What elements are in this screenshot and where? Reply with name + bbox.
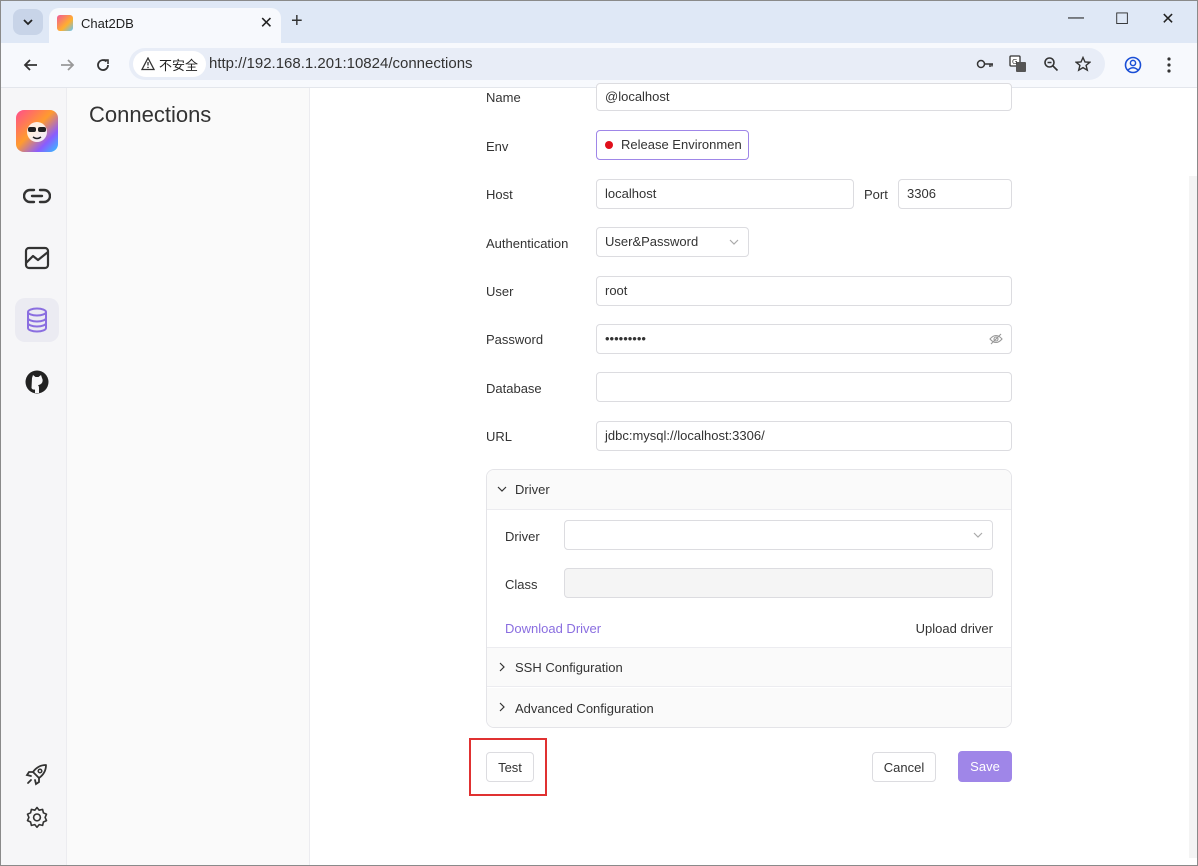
chat2db-favicon-icon	[57, 15, 73, 31]
password-value: •••••••••	[605, 331, 646, 346]
name-input[interactable]: @localhost	[596, 83, 1012, 111]
driver-section-header[interactable]: Driver	[487, 470, 1011, 510]
browser-window: Chat2DB ✕ + — ☐ ✕ 不安全 http://192.168.1.2…	[0, 0, 1198, 866]
back-icon[interactable]	[19, 53, 43, 77]
address-bar[interactable]: 不安全 http://192.168.1.201:10824/connectio…	[129, 48, 1105, 80]
dashboard-chart-icon[interactable]	[15, 236, 59, 280]
chevron-down-icon	[497, 486, 507, 492]
test-button-highlight	[469, 738, 547, 796]
save-button[interactable]: Save	[958, 751, 1012, 782]
rocket-icon[interactable]	[15, 752, 59, 796]
advanced-section-header[interactable]: Advanced Configuration	[487, 688, 1011, 727]
chevron-down-icon	[23, 19, 33, 26]
driver-select[interactable]	[564, 520, 993, 550]
maximize-icon[interactable]: ☐	[1107, 9, 1137, 29]
advanced-section-title: Advanced Configuration	[515, 700, 654, 716]
host-input[interactable]: localhost	[596, 179, 854, 209]
ssh-section-title: SSH Configuration	[515, 659, 623, 675]
connection-form: Name @localhost Env Release Environment …	[310, 83, 1197, 865]
security-chip[interactable]: 不安全	[133, 51, 207, 77]
close-window-icon[interactable]: ✕	[1153, 9, 1183, 29]
class-input[interactable]	[564, 568, 993, 598]
connections-link-icon[interactable]	[15, 174, 59, 218]
eye-off-icon[interactable]	[989, 333, 1003, 345]
chevron-down-icon	[973, 532, 983, 538]
close-tab-icon[interactable]: ✕	[260, 13, 273, 33]
chevron-right-icon	[499, 662, 505, 672]
url-input[interactable]: jdbc:mysql://localhost:3306/	[596, 421, 1012, 451]
driver-section-title: Driver	[515, 482, 550, 497]
browser-tab[interactable]: Chat2DB ✕	[49, 8, 281, 43]
minimize-icon[interactable]: —	[1061, 9, 1091, 27]
password-label: Password	[486, 332, 544, 347]
reload-icon[interactable]	[91, 53, 115, 77]
authentication-value: User&Password	[605, 234, 699, 249]
tab-search-button[interactable]	[13, 9, 43, 35]
env-value: Release Environment	[621, 137, 741, 152]
menu-icon[interactable]	[1157, 53, 1181, 77]
scrollbar[interactable]	[1189, 176, 1197, 858]
connections-panel: Connections	[67, 88, 310, 865]
new-tab-icon[interactable]: +	[291, 10, 303, 33]
github-icon[interactable]	[15, 360, 59, 404]
chevron-down-icon	[729, 239, 739, 245]
driver-section-body: Driver Class Download Driver Upload driv…	[487, 511, 1011, 647]
port-label: Port	[864, 187, 888, 202]
tab-title: Chat2DB	[81, 16, 134, 31]
chat2db-logo-icon[interactable]	[16, 110, 58, 152]
forward-icon[interactable]	[55, 53, 79, 77]
security-label: 不安全	[159, 57, 199, 73]
class-label: Class	[505, 577, 538, 592]
download-driver-link[interactable]: Download Driver	[505, 621, 601, 636]
database-label: Database	[486, 381, 542, 396]
database-input[interactable]	[596, 372, 1012, 402]
env-label: Env	[486, 139, 509, 154]
title-bar: Chat2DB ✕ + — ☐ ✕	[1, 1, 1197, 43]
port-input[interactable]: 3306	[898, 179, 1012, 209]
authentication-label: Authentication	[486, 236, 569, 251]
cancel-button[interactable]: Cancel	[872, 752, 936, 782]
user-input[interactable]: root	[596, 276, 1012, 306]
url-text[interactable]: http://192.168.1.201:10824/connections	[209, 55, 473, 72]
url-label: URL	[486, 429, 513, 444]
profile-icon[interactable]	[1121, 53, 1145, 77]
ssh-section-header[interactable]: SSH Configuration	[487, 647, 1011, 687]
settings-gear-icon[interactable]	[15, 796, 59, 840]
bookmark-star-icon[interactable]	[1073, 54, 1093, 74]
env-select[interactable]: Release Environment	[596, 130, 749, 160]
driver-label: Driver	[505, 529, 540, 544]
password-input[interactable]: •••••••••	[596, 324, 1012, 354]
database-icon[interactable]	[15, 298, 59, 342]
key-icon[interactable]	[975, 54, 995, 74]
chevron-right-icon	[499, 702, 505, 712]
app-sidebar	[1, 88, 67, 865]
user-label: User	[486, 284, 514, 299]
warning-icon	[141, 57, 155, 71]
host-label: Host	[486, 187, 513, 202]
page-title: Connections	[89, 102, 212, 127]
upload-driver-button[interactable]: Upload driver	[916, 621, 993, 636]
authentication-select[interactable]: User&Password	[596, 227, 749, 257]
env-status-dot	[605, 141, 613, 149]
translate-icon[interactable]: G	[1008, 54, 1028, 74]
svg-text:G: G	[1012, 58, 1017, 66]
browser-toolbar: 不安全 http://192.168.1.201:10824/connectio…	[1, 43, 1197, 88]
name-label: Name	[486, 90, 521, 105]
config-collapse: Driver Driver Class Download Driver Uplo…	[486, 469, 1012, 728]
zoom-icon[interactable]	[1041, 54, 1061, 74]
